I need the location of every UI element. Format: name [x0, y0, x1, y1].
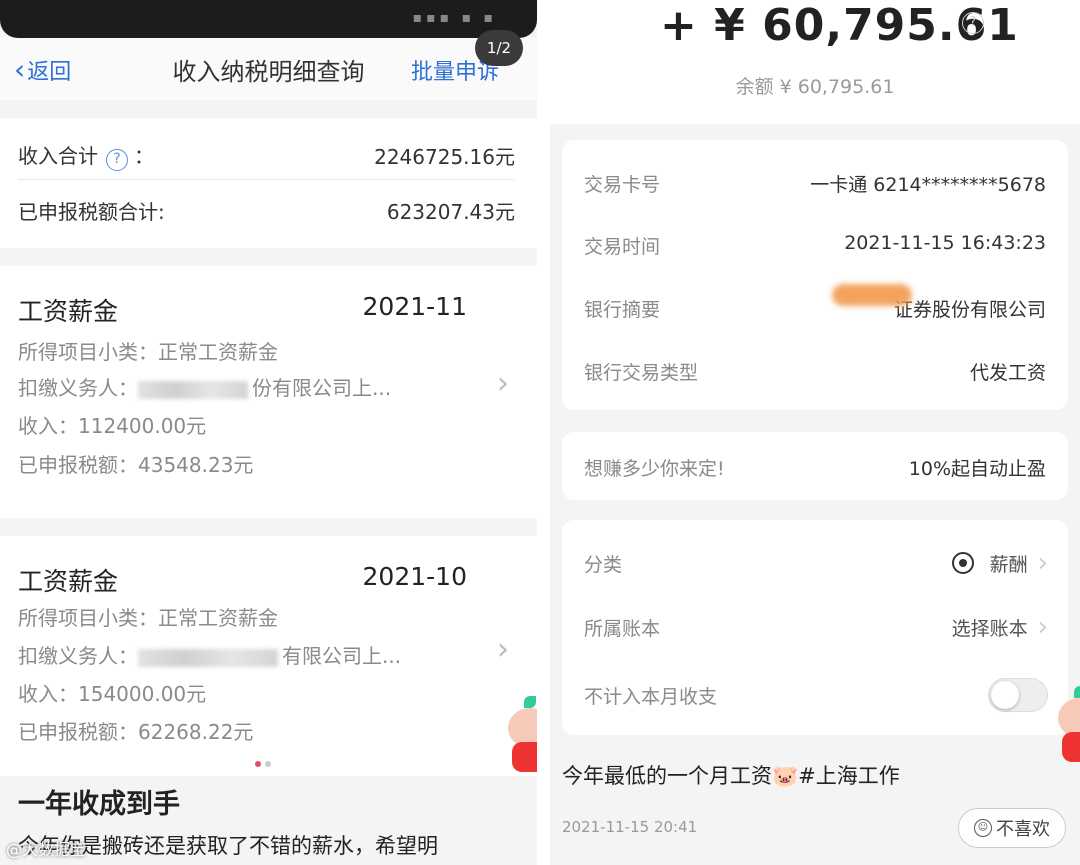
income-total-value: 2246725.16元 [374, 145, 515, 169]
help-circle-icon[interactable]: ? [962, 12, 984, 34]
cartoon-sticker [508, 690, 537, 772]
income-summary: 收入合计? ： 2246725.16元 已申报税额合计: 623207.43元 [0, 118, 537, 248]
status-icons: ▪▪▪ ▪ ▪ [412, 10, 497, 26]
tax-total-label: 已申报税额合计: [18, 199, 165, 224]
income-record-card[interactable]: 工资薪金 2021-10 所得项目小类：正常工资薪金 扣缴义务人： 有限公司上..… [0, 536, 537, 776]
detail-key: 交易时间 [584, 236, 661, 258]
exclude-row: 不计入本月收支 [584, 678, 1048, 712]
record-period: 2021-11 [362, 292, 467, 321]
chevron-right-icon: › [1037, 612, 1048, 642]
tax-total-row: 已申报税额合计: 623207.43元 [18, 186, 515, 234]
exclude-toggle[interactable] [988, 678, 1048, 712]
record-payer: 扣缴义务人： 有限公司上... [18, 640, 401, 669]
detail-row-time: 交易时间 2021-11-15 16:43:23 [584, 232, 1046, 259]
record-header: 工资薪金 2021-11 [18, 292, 467, 328]
amount-header: + ¥ 60,795.61 ? 余额 ¥ 60,795.61 [550, 0, 1080, 124]
record-period: 2021-10 [362, 562, 467, 591]
category-label: 分类 [584, 553, 623, 576]
ledger-value: 选择账本 [951, 617, 1028, 640]
record-subcategory: 所得项目小类：正常工资薪金 [18, 340, 278, 364]
help-circle-icon[interactable]: ? [106, 149, 128, 171]
exclude-label: 不计入本月收支 [584, 685, 718, 708]
transaction-settings: 分类 薪酬 › 所属账本 选择账本 › 不计入本月收支 [562, 520, 1068, 735]
cartoon-sticker [1058, 680, 1080, 762]
detail-row-type: 银行交易类型 代发工资 [584, 358, 1046, 385]
income-record-card[interactable]: 工资薪金 2021-11 所得项目小类：正常工资薪金 扣缴义务人： 份有限公司上.… [0, 266, 537, 518]
dislike-button[interactable]: ☺ 不喜欢 [958, 808, 1066, 848]
chevron-right-icon: › [497, 632, 509, 667]
detail-value: 一卡通 6214********5678 [810, 174, 1046, 196]
tax-record-screenshot: ▪▪▪ ▪ ▪ ‹ 返回 收入纳税明细查询 批量申诉 1/2 收入合计? ： 22… [0, 0, 537, 865]
ledger-label: 所属账本 [584, 617, 661, 640]
record-tax: 已申报税额：43548.23元 [18, 453, 254, 477]
post-title: 一年收成到手 [18, 789, 180, 820]
pager-dot-active [255, 761, 261, 767]
chevron-right-icon: › [1037, 548, 1048, 578]
status-bar: ▪▪▪ ▪ ▪ [0, 0, 537, 38]
detail-row-summary: 银行摘要 证券股份有限公司 [584, 295, 1046, 322]
record-income: 收入：112400.00元 [18, 414, 207, 438]
payer-label: 扣缴义务人： [18, 376, 138, 400]
promo-value: 10%起自动止盈 [908, 458, 1046, 480]
transaction-details: 交易卡号 一卡通 6214********5678 交易时间 2021-11-1… [562, 140, 1068, 410]
bank-transaction-screenshot: + ¥ 60,795.61 ? 余额 ¥ 60,795.61 交易卡号 一卡通 … [550, 0, 1080, 865]
page-counter-badge: 1/2 [475, 30, 523, 66]
category-value: 薪酬 [989, 553, 1028, 576]
record-income: 收入：154000.00元 [18, 682, 207, 706]
record-tax: 已申报税额：62268.22元 [18, 720, 254, 744]
nav-bar: ‹ 返回 收入纳税明细查询 批量申诉 [0, 38, 537, 100]
payer-visible: 有限公司上... [282, 644, 402, 668]
income-total-label: 收入合计 [18, 144, 98, 168]
detail-value: 代发工资 [969, 362, 1046, 384]
income-total-colon: ： [134, 144, 154, 168]
record-header: 工资薪金 2021-10 [18, 562, 467, 598]
record-subcategory: 所得项目小类：正常工资薪金 [18, 606, 278, 630]
detail-key: 银行交易类型 [584, 362, 699, 384]
redaction-smudge [832, 284, 912, 306]
income-total-row: 收入合计? ： 2246725.16元 [18, 132, 515, 180]
wallet-icon [951, 552, 974, 574]
post-date: 2021-11-15 20:41 [562, 818, 698, 836]
record-type: 工资薪金 [18, 297, 119, 326]
detail-key: 银行摘要 [584, 299, 661, 321]
chevron-right-icon: › [497, 366, 509, 401]
pager-dot [265, 761, 271, 767]
payer-visible: 份有限公司上... [252, 376, 392, 400]
redacted-blur [138, 380, 248, 399]
tax-total-value: 623207.43元 [386, 199, 515, 224]
post-caption: 今年最低的一个月工资🐷#上海工作 [562, 764, 900, 788]
dislike-label: 不喜欢 [996, 819, 1050, 840]
watermark: @大数据宝 [6, 840, 87, 859]
promo-text: 想赚多少你来定! [584, 458, 725, 480]
category-row[interactable]: 分类 薪酬 › [584, 548, 1048, 578]
face-icon: ☺ [974, 819, 992, 837]
detail-row-card-number: 交易卡号 一卡通 6214********5678 [584, 170, 1046, 197]
record-type: 工资薪金 [18, 567, 119, 596]
toggle-knob [991, 681, 1019, 709]
detail-key: 交易卡号 [584, 174, 661, 196]
detail-value: 2021-11-15 16:43:23 [844, 232, 1046, 254]
detail-value: 证券股份有限公司 [893, 299, 1046, 321]
balance-text: 余额 ¥ 60,795.61 [735, 76, 895, 98]
ledger-row[interactable]: 所属账本 选择账本 › [584, 612, 1048, 642]
panel-divider [537, 0, 550, 865]
pager-dots [255, 752, 275, 771]
payer-label: 扣缴义务人： [18, 644, 138, 668]
promo-banner[interactable]: 想赚多少你来定! 10%起自动止盈 [562, 432, 1068, 500]
redacted-blur [138, 648, 278, 667]
record-payer: 扣缴义务人： 份有限公司上... [18, 372, 391, 401]
